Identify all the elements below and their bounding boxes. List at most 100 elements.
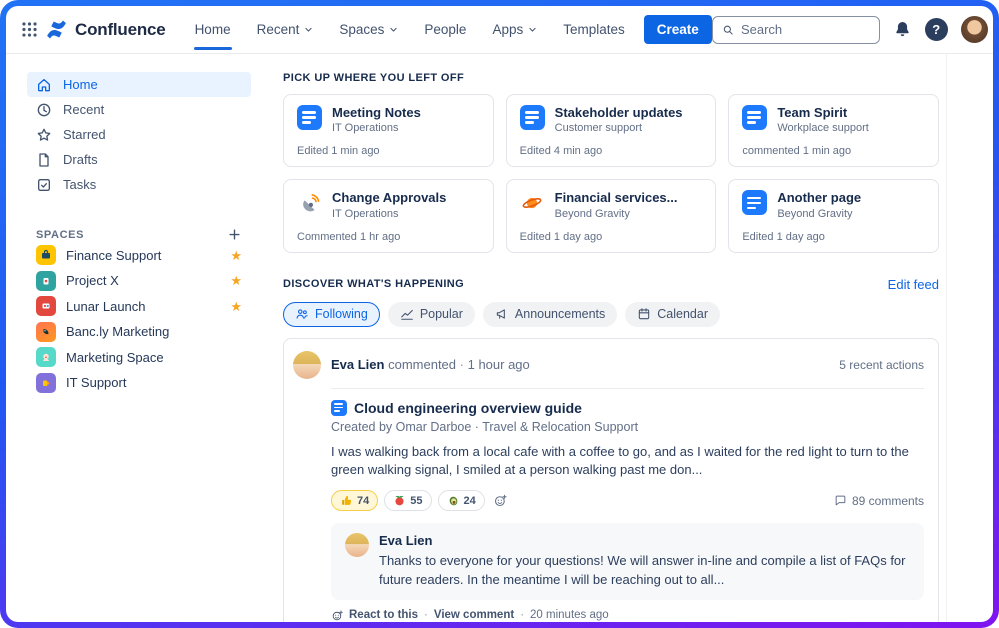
confluence-logo[interactable]: Confluence <box>45 18 166 41</box>
people-icon <box>295 307 309 321</box>
pickup-card-team-spirit[interactable]: Team Spirit Workplace support commented … <box>728 94 939 167</box>
sidebar-space-it-support[interactable]: IT Support <box>27 371 251 396</box>
filter-following[interactable]: Following <box>283 302 380 327</box>
comment-preview: Eva Lien Thanks to everyone for your que… <box>331 523 924 600</box>
create-button[interactable]: Create <box>644 15 712 44</box>
divider <box>331 388 924 389</box>
discover-section-header: DISCOVER WHAT'S HAPPENING Edit feed <box>283 277 939 292</box>
sidebar-item-drafts[interactable]: Drafts <box>27 147 251 172</box>
star-icon[interactable]: ★ <box>230 300 242 313</box>
discover-section-title: DISCOVER WHAT'S HAPPENING <box>283 278 464 290</box>
reaction-tomato[interactable]: 55 <box>384 490 431 511</box>
add-space-icon[interactable] <box>227 227 242 242</box>
sidebar-space-project-x[interactable]: Project X ★ <box>27 269 251 294</box>
spaces-title: SPACES <box>36 229 84 241</box>
calendar-icon <box>637 307 651 321</box>
view-comment-button[interactable]: View comment <box>434 609 514 621</box>
sidebar-item-recent[interactable]: Recent <box>27 97 251 122</box>
feed-item-cloud-engineering: Eva Lien commented · 1 hour ago 5 recent… <box>283 338 939 623</box>
star-icon[interactable]: ★ <box>230 274 242 287</box>
comment-bubble-icon <box>834 494 847 507</box>
tomato-icon <box>393 494 406 507</box>
clock-icon <box>36 102 52 118</box>
nav-spaces[interactable]: Spaces <box>328 6 409 54</box>
edit-feed-link[interactable]: Edit feed <box>888 277 939 292</box>
topbar-right-cluster: ? <box>712 16 988 44</box>
bancly-marketing-space-icon <box>36 322 56 342</box>
feed-item-header: Eva Lien commented · 1 hour ago 5 recent… <box>293 351 924 379</box>
pickup-section-title: PICK UP WHERE YOU LEFT OFF <box>283 72 939 84</box>
app-switcher-icon[interactable] <box>20 16 39 44</box>
user-avatar[interactable] <box>961 16 988 43</box>
chevron-down-icon <box>304 25 313 34</box>
filter-calendar[interactable]: Calendar <box>625 302 720 327</box>
pickup-card-change-approvals[interactable]: Change Approvals IT Operations Commented… <box>283 179 494 252</box>
filter-announcements[interactable]: Announcements <box>483 302 617 327</box>
feed-filter-pills: Following Popular Announcements <box>283 302 939 327</box>
spaces-section-header: SPACES <box>27 227 251 242</box>
nav-recent[interactable]: Recent <box>246 6 325 54</box>
primary-nav: Home Recent Spaces People Apps Templates <box>184 6 636 54</box>
add-reaction-icon[interactable] <box>493 493 508 508</box>
sidebar-space-lunar-launch[interactable]: Lunar Launch ★ <box>27 294 251 319</box>
reaction-avocado[interactable]: 24 <box>438 490 485 511</box>
page-icon <box>331 400 347 416</box>
nav-templates[interactable]: Templates <box>552 6 636 54</box>
sidebar-space-marketing-space[interactable]: Marketing Space <box>27 345 251 370</box>
pickup-cards-grid: Meeting Notes IT Operations Edited 1 min… <box>283 94 939 253</box>
card-meta: commented 1 min ago <box>742 145 925 157</box>
action-label: commented <box>388 357 456 372</box>
filter-popular[interactable]: Popular <box>388 302 475 327</box>
satellite-icon <box>297 190 322 215</box>
author-name[interactable]: Eva Lien <box>331 357 384 372</box>
sidebar-item-home[interactable]: Home <box>27 72 251 97</box>
help-icon[interactable]: ? <box>925 18 948 41</box>
top-navigation-bar: Confluence Home Recent Spaces People App… <box>6 6 993 54</box>
megaphone-icon <box>495 307 509 321</box>
sidebar-space-bancly-marketing[interactable]: Banc.ly Marketing <box>27 320 251 345</box>
notifications-bell-icon[interactable] <box>893 20 912 39</box>
thumbs-up-icon <box>340 494 353 507</box>
sidebar-space-finance-support[interactable]: Finance Support ★ <box>27 243 251 268</box>
card-meta: Edited 1 day ago <box>520 231 703 243</box>
page-excerpt: I was walking back from a local cafe wit… <box>331 443 924 481</box>
nav-apps[interactable]: Apps <box>481 6 548 54</box>
search-icon <box>722 23 734 37</box>
pickup-card-meeting-notes[interactable]: Meeting Notes IT Operations Edited 1 min… <box>283 94 494 167</box>
sidebar-item-tasks[interactable]: Tasks <box>27 172 251 197</box>
reaction-thumbs-up[interactable]: 74 <box>331 490 378 511</box>
avocado-icon <box>447 494 460 507</box>
page-icon <box>742 105 767 130</box>
pickup-card-another-page[interactable]: Another page Beyond Gravity Edited 1 day… <box>728 179 939 252</box>
product-name: Confluence <box>75 20 166 40</box>
comment-text: Thanks to everyone for your questions! W… <box>379 552 910 590</box>
comments-count-link[interactable]: 89 comments <box>834 494 924 508</box>
trend-chart-icon <box>400 307 414 321</box>
draft-page-icon <box>36 152 52 168</box>
project-x-space-icon <box>36 271 56 291</box>
star-icon <box>36 127 52 143</box>
star-icon[interactable]: ★ <box>230 249 242 262</box>
planet-icon <box>520 190 545 215</box>
pickup-card-financial-services[interactable]: Financial services... Beyond Gravity Edi… <box>506 179 717 252</box>
card-meta: Edited 1 min ago <box>297 145 480 157</box>
nav-people[interactable]: People <box>413 6 477 54</box>
pickup-card-stakeholder-updates[interactable]: Stakeholder updates Customer support Edi… <box>506 94 717 167</box>
sidebar-item-starred[interactable]: Starred <box>27 122 251 147</box>
it-support-space-icon <box>36 373 56 393</box>
confluence-logo-icon <box>45 18 68 41</box>
comment-author[interactable]: Eva Lien <box>379 533 910 548</box>
reactions-row: 74 55 <box>331 490 924 511</box>
search-input[interactable] <box>741 22 870 37</box>
react-to-this-button[interactable]: React to this <box>331 609 418 622</box>
home-icon <box>36 77 52 93</box>
marketing-space-space-icon <box>36 347 56 367</box>
comment-actions-row: React to this · View comment · 20 minute… <box>331 609 924 622</box>
page-icon <box>520 105 545 130</box>
page-title-link[interactable]: Cloud engineering overview guide <box>331 400 924 416</box>
sidebar: Home Recent Starred Drafts Tasks SPACES <box>6 54 271 622</box>
search-box[interactable] <box>712 16 880 44</box>
nav-home[interactable]: Home <box>184 6 242 54</box>
main-content: PICK UP WHERE YOU LEFT OFF Meeting Notes… <box>271 54 993 622</box>
scrollbar-track[interactable] <box>946 54 947 622</box>
